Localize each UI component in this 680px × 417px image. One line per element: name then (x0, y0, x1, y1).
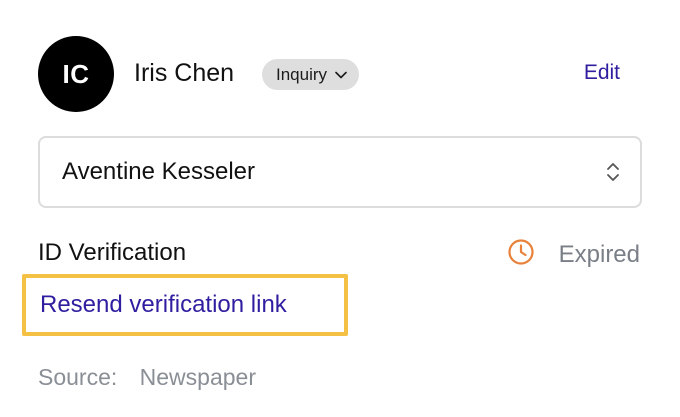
edit-link[interactable]: Edit (584, 61, 620, 85)
agent-select[interactable]: Aventine Kesseler (38, 136, 642, 208)
id-verification-label: ID Verification (38, 239, 187, 266)
chevron-down-icon (335, 71, 347, 79)
status-badge-label: Inquiry (276, 64, 328, 84)
contact-name: Iris Chen (134, 59, 235, 87)
status-badge-dropdown[interactable]: Inquiry (262, 59, 360, 90)
resend-verification-link[interactable]: Resend verification link (40, 291, 287, 319)
source-row: Source: Newspaper (38, 362, 256, 392)
status-text: Expired (558, 240, 640, 268)
resend-link-highlight[interactable]: Resend verification link (22, 274, 348, 336)
contact-header: IC Iris Chen Inquiry Edit (38, 36, 642, 112)
source-label: Source: (38, 364, 118, 390)
clock-icon (507, 238, 535, 271)
agent-select-value: Aventine Kesseler (62, 158, 256, 185)
avatar: IC (38, 36, 114, 112)
verification-status: Expired (507, 238, 640, 271)
source-value: Newspaper (139, 364, 256, 390)
chevron-up-down-icon (606, 161, 620, 188)
